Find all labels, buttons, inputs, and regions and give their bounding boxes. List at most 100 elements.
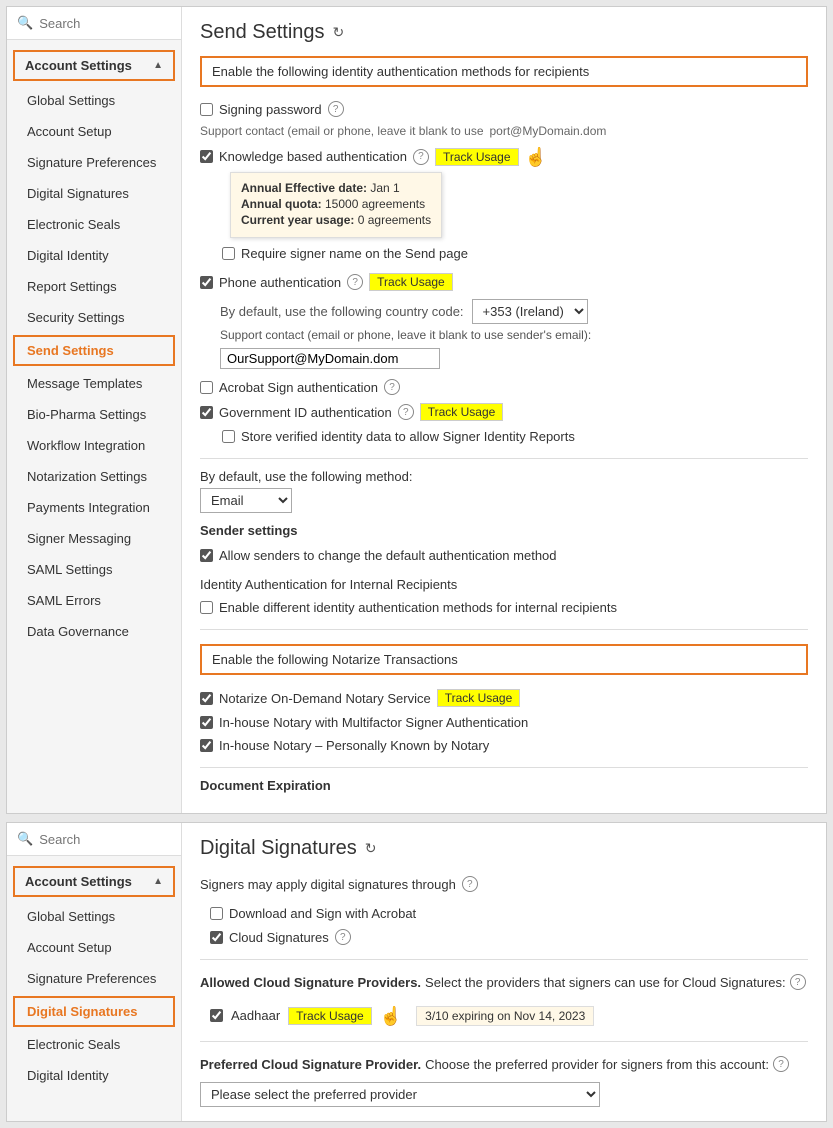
enable-different-checkbox[interactable] (200, 601, 213, 614)
sidebar-item-electronic-seals2[interactable]: Electronic Seals (7, 1029, 181, 1060)
require-signer-label: Require signer name on the Send page (241, 246, 468, 261)
signers-apply-row: Signers may apply digital signatures thr… (200, 872, 808, 896)
country-code-label: By default, use the following country co… (220, 304, 464, 319)
sender-settings-label: Sender settings (200, 523, 808, 538)
preferred-cloud-help-icon[interactable]: ? (773, 1056, 789, 1072)
signing-password-help-icon[interactable]: ? (328, 101, 344, 117)
store-verified-row: Store verified identity data to allow Si… (200, 425, 808, 448)
store-verified-label: Store verified identity data to allow Si… (241, 429, 575, 444)
sidebar-item-account-setup2[interactable]: Account Setup (7, 932, 181, 963)
gov-id-help-icon[interactable]: ? (398, 404, 414, 420)
preferred-cloud-header-row: Preferred Cloud Signature Provider. Choo… (200, 1052, 808, 1076)
sidebar-item-saml-errors[interactable]: SAML Errors (7, 585, 181, 616)
preferred-provider-select-wrapper: Please select the preferred provider (200, 1082, 808, 1107)
country-code-select[interactable]: +353 (Ireland) +1 (USA) +44 (UK) (472, 299, 588, 324)
phone-auth-row: Phone authentication ? Track Usage (200, 269, 808, 295)
refresh-icon-1[interactable]: ↻ (333, 24, 345, 41)
sidebar-item-message-templates[interactable]: Message Templates (7, 368, 181, 399)
kba-track-usage-button[interactable]: Track Usage (435, 148, 519, 166)
allow-senders-label: Allow senders to change the default auth… (219, 548, 557, 563)
inhouse-personal-checkbox[interactable] (200, 739, 213, 752)
enable-different-label: Enable different identity authentication… (219, 600, 617, 615)
cloud-signatures-checkbox[interactable] (210, 931, 223, 944)
sidebar-item-digital-identity2[interactable]: Digital Identity (7, 1060, 181, 1091)
sidebar-item-digital-signatures2[interactable]: Digital Signatures (13, 996, 175, 1027)
support-email-input[interactable] (220, 348, 440, 369)
expiry-badge: 3/10 expiring on Nov 14, 2023 (416, 1006, 594, 1026)
sidebar-item-payments-integration[interactable]: Payments Integration (7, 492, 181, 523)
default-method-select-wrapper: Email Password Phone (200, 488, 808, 513)
divider-5 (200, 1041, 808, 1042)
notarize-on-demand-row: Notarize On-Demand Notary Service Track … (200, 685, 808, 711)
inhouse-multifactor-row: In-house Notary with Multifactor Signer … (200, 711, 808, 734)
digital-signatures-panel: 🔍 Account Settings ▲ Global Settings Acc… (6, 822, 827, 1122)
acrobat-sign-help-icon[interactable]: ? (384, 379, 400, 395)
title-text-1: Send Settings (200, 21, 325, 44)
search-input-2[interactable] (39, 832, 171, 847)
notarize-on-demand-checkbox[interactable] (200, 692, 213, 705)
signing-password-checkbox[interactable] (200, 103, 213, 116)
download-sign-row: Download and Sign with Acrobat (210, 902, 808, 925)
search-input-1[interactable] (39, 16, 171, 31)
allow-senders-row: Allow senders to change the default auth… (200, 544, 808, 567)
kba-checkbox[interactable] (200, 150, 213, 163)
sidebar-item-notarization-settings[interactable]: Notarization Settings (7, 461, 181, 492)
kba-label: Knowledge based authentication (219, 149, 407, 164)
section-banner-2: Enable the following Notarize Transactio… (200, 644, 808, 675)
inhouse-multifactor-checkbox[interactable] (200, 716, 213, 729)
sidebar-item-account-setup[interactable]: Account Setup (7, 116, 181, 147)
notarize-on-demand-label: Notarize On-Demand Notary Service (219, 691, 431, 706)
sidebar-item-digital-identity[interactable]: Digital Identity (7, 240, 181, 271)
sidebar-item-send-settings[interactable]: Send Settings (13, 335, 175, 366)
default-method-select[interactable]: Email Password Phone (200, 488, 292, 513)
kba-help-icon[interactable]: ? (413, 149, 429, 165)
sidebar-item-data-governance[interactable]: Data Governance (7, 616, 181, 647)
gov-id-track-usage-button[interactable]: Track Usage (420, 403, 504, 421)
gov-id-checkbox[interactable] (200, 406, 213, 419)
allowed-cloud-help-icon[interactable]: ? (790, 974, 806, 990)
allow-senders-checkbox[interactable] (200, 549, 213, 562)
sidebar-item-global-settings2[interactable]: Global Settings (7, 901, 181, 932)
acrobat-sign-checkbox[interactable] (200, 381, 213, 394)
sidebar-item-digital-signatures[interactable]: Digital Signatures (7, 178, 181, 209)
search-bar-2[interactable]: 🔍 (7, 823, 181, 856)
divider-3 (200, 767, 808, 768)
search-bar-1[interactable]: 🔍 (7, 7, 181, 40)
refresh-icon-2[interactable]: ↻ (365, 840, 377, 857)
sidebar-item-workflow-integration[interactable]: Workflow Integration (7, 430, 181, 461)
aadhaar-track-usage-button[interactable]: Track Usage (288, 1007, 372, 1025)
divider-2 (200, 629, 808, 630)
sidebar-item-signer-messaging[interactable]: Signer Messaging (7, 523, 181, 554)
signers-apply-help-icon[interactable]: ? (462, 876, 478, 892)
phone-auth-help-icon[interactable]: ? (347, 274, 363, 290)
sidebar-item-saml-settings[interactable]: SAML Settings (7, 554, 181, 585)
sidebar-item-report-settings[interactable]: Report Settings (7, 271, 181, 302)
sidebar-item-electronic-seals[interactable]: Electronic Seals (7, 209, 181, 240)
sidebar-section-2: Account Settings ▲ Global Settings Accou… (7, 856, 181, 1097)
sidebar-item-signature-preferences2[interactable]: Signature Preferences (7, 963, 181, 994)
sidebar-item-bio-pharma-settings[interactable]: Bio-Pharma Settings (7, 399, 181, 430)
aadhaar-checkbox[interactable] (210, 1009, 223, 1022)
sidebar-item-signature-preferences[interactable]: Signature Preferences (7, 147, 181, 178)
allowed-cloud-header-row: Allowed Cloud Signature Providers. Selec… (200, 970, 808, 994)
phone-auth-checkbox[interactable] (200, 276, 213, 289)
enable-different-row: Enable different identity authentication… (200, 596, 808, 619)
phone-auth-label: Phone authentication (219, 275, 341, 290)
download-sign-checkbox[interactable] (210, 907, 223, 920)
phone-track-usage-button[interactable]: Track Usage (369, 273, 453, 291)
require-signer-checkbox[interactable] (222, 247, 235, 260)
sidebar-item-global-settings[interactable]: Global Settings (7, 85, 181, 116)
notarize-track-usage-button[interactable]: Track Usage (437, 689, 521, 707)
page-title-2: Digital Signatures ↻ (200, 837, 808, 860)
account-settings-header-2[interactable]: Account Settings ▲ (13, 866, 175, 897)
account-settings-header-1[interactable]: Account Settings ▲ (13, 50, 175, 81)
cloud-signatures-help-icon[interactable]: ? (335, 929, 351, 945)
store-verified-checkbox[interactable] (222, 430, 235, 443)
tooltip-current-year: Current year usage: 0 agreements (241, 213, 431, 227)
support-email-row: Support contact (email or phone, leave i… (220, 328, 808, 369)
preferred-provider-select[interactable]: Please select the preferred provider (200, 1082, 600, 1107)
chevron-icon-1: ▲ (153, 60, 163, 71)
aadhaar-label: Aadhaar (231, 1008, 280, 1023)
sidebar-item-security-settings[interactable]: Security Settings (7, 302, 181, 333)
send-settings-panel: 🔍 Account Settings ▲ Global Settings Acc… (6, 6, 827, 814)
